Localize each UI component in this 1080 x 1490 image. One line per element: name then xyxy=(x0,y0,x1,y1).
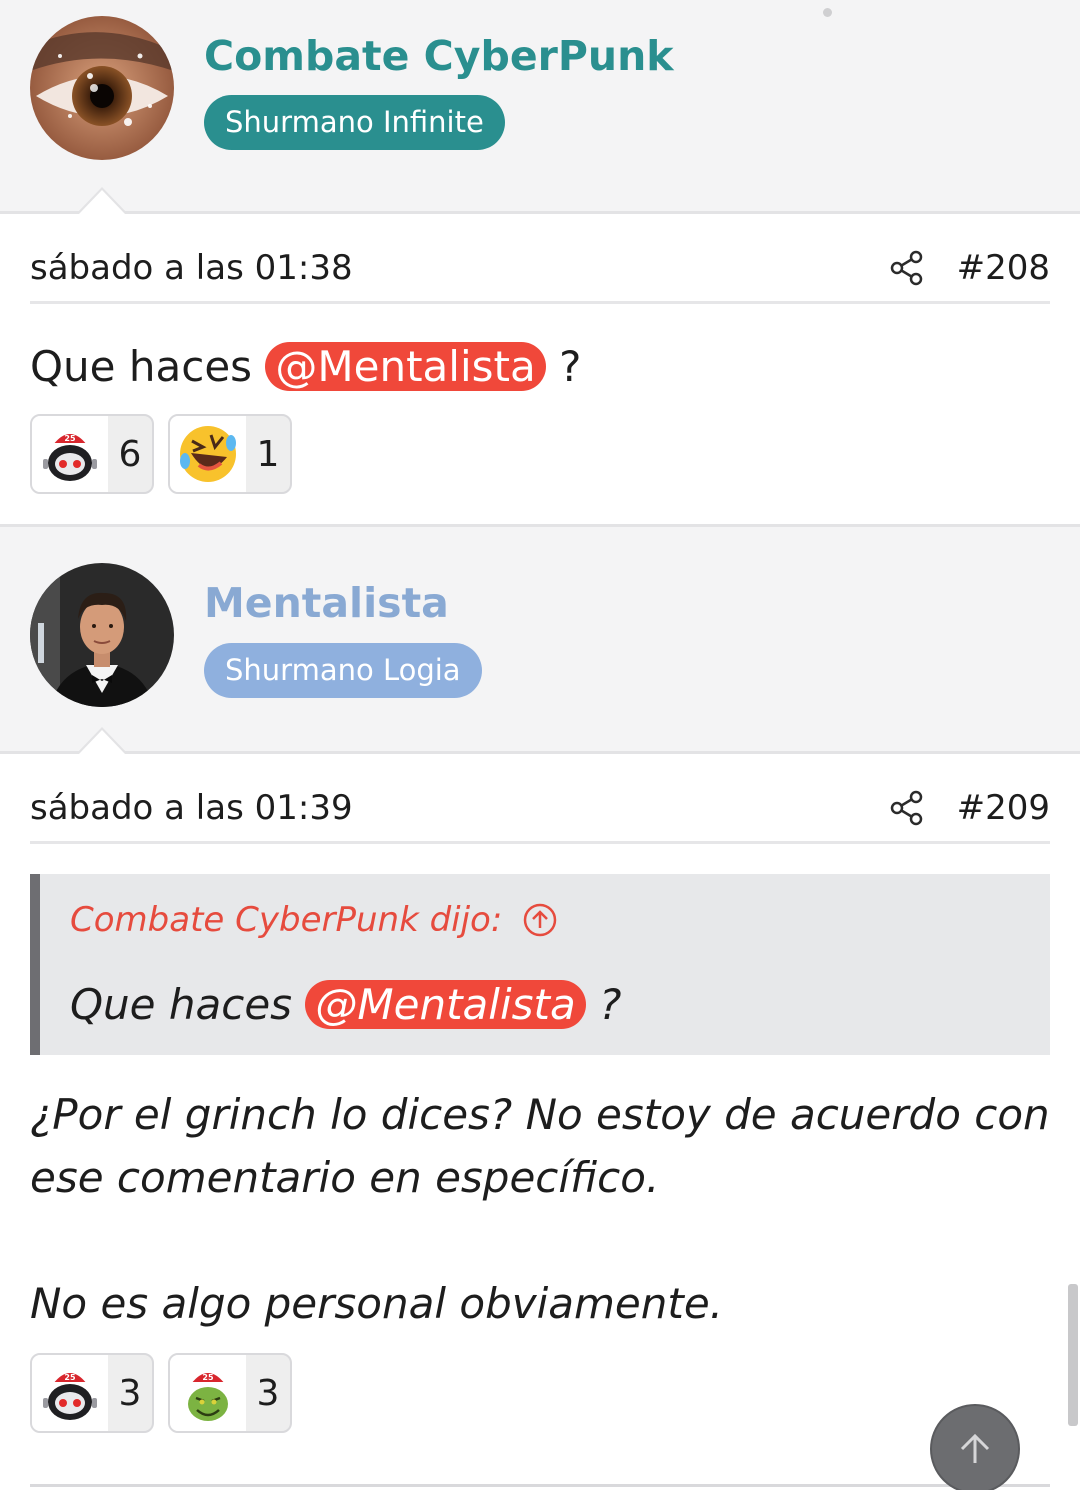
post-number[interactable]: #208 xyxy=(957,248,1050,288)
divider xyxy=(30,1484,1050,1487)
arrow-up-circle-icon[interactable] xyxy=(522,902,558,938)
post-author-block: Mentalista Shurmano Logia xyxy=(0,524,1080,754)
post-message: sábado a las 01:38 #208 Que haces @Menta… xyxy=(0,214,1080,524)
post-number[interactable]: #209 xyxy=(957,788,1050,828)
svg-text:25: 25 xyxy=(202,1373,214,1382)
reaction-count: 6 xyxy=(118,433,142,475)
post-author-block: Combate CyberPunk Shurmano Infinite xyxy=(0,0,1080,214)
robot-santa-icon: 25 xyxy=(43,429,97,481)
quote-text-part: Que haces xyxy=(70,980,306,1029)
author-pointer xyxy=(76,187,128,214)
post-paragraph: No es algo personal obviamente. xyxy=(30,1279,724,1328)
quote-block: Combate CyberPunk dijo: Que haces @Menta… xyxy=(30,874,1050,1055)
user-mention[interactable]: @Mentalista xyxy=(265,342,546,391)
reaction-button[interactable]: 1 xyxy=(168,414,292,494)
post-body: ¿Por el grinch lo dices? No estoy de acu… xyxy=(30,1083,1050,1335)
quote-text: Que haces @Mentalista ? xyxy=(70,980,1050,1029)
reaction-count: 3 xyxy=(256,1372,280,1414)
decorative-dot xyxy=(823,8,832,17)
share-icon[interactable] xyxy=(890,250,924,286)
reactions-bar: 25 6 1 xyxy=(30,414,1050,524)
author-name[interactable]: Mentalista xyxy=(204,579,449,627)
post-paragraph: ¿Por el grinch lo dices? No estoy de acu… xyxy=(30,1090,1050,1202)
quote-text-part: ? xyxy=(585,980,622,1029)
reaction-count: 3 xyxy=(118,1372,142,1414)
reaction-button[interactable]: 25 3 xyxy=(30,1353,154,1433)
avatar[interactable] xyxy=(30,16,174,160)
rofl-emoji-icon xyxy=(180,426,236,482)
author-pointer xyxy=(76,727,128,754)
post-message: sábado a las 01:39 #209 Combate CyberPun… xyxy=(0,754,1080,1433)
post-date[interactable]: sábado a las 01:38 xyxy=(30,248,353,288)
quote-header[interactable]: Combate CyberPunk dijo: xyxy=(70,900,1050,940)
reaction-button[interactable]: 25 3 xyxy=(168,1353,292,1433)
share-icon[interactable] xyxy=(890,790,924,826)
user-badge: Shurmano Logia xyxy=(204,643,482,698)
grinch-santa-icon: 25 xyxy=(188,1368,229,1421)
scroll-to-top-button[interactable] xyxy=(930,1404,1020,1490)
post-body: Que haces @Mentalista ? xyxy=(30,342,1050,392)
reaction-count: 1 xyxy=(256,433,280,475)
svg-text:25: 25 xyxy=(64,434,76,443)
reaction-button[interactable]: 25 6 xyxy=(30,414,154,494)
reactions-bar: 25 3 25 3 xyxy=(30,1353,1050,1433)
user-badge: Shurmano Infinite xyxy=(204,95,505,150)
author-name[interactable]: Combate CyberPunk xyxy=(204,32,674,80)
post-header: sábado a las 01:38 #208 xyxy=(30,214,1050,304)
robot-santa-icon: 25 xyxy=(43,1368,97,1420)
post-text: Que haces xyxy=(30,342,266,391)
arrow-up-icon xyxy=(960,1433,990,1463)
scrollbar-thumb[interactable] xyxy=(1068,1284,1078,1426)
avatar[interactable] xyxy=(30,563,174,707)
user-mention[interactable]: @Mentalista xyxy=(305,980,586,1029)
svg-text:25: 25 xyxy=(64,1373,76,1382)
post-header: sábado a las 01:39 #209 xyxy=(30,754,1050,844)
quote-author[interactable]: Combate CyberPunk dijo: xyxy=(70,900,502,940)
post-date[interactable]: sábado a las 01:39 xyxy=(30,788,353,828)
post-text: ? xyxy=(545,342,582,391)
